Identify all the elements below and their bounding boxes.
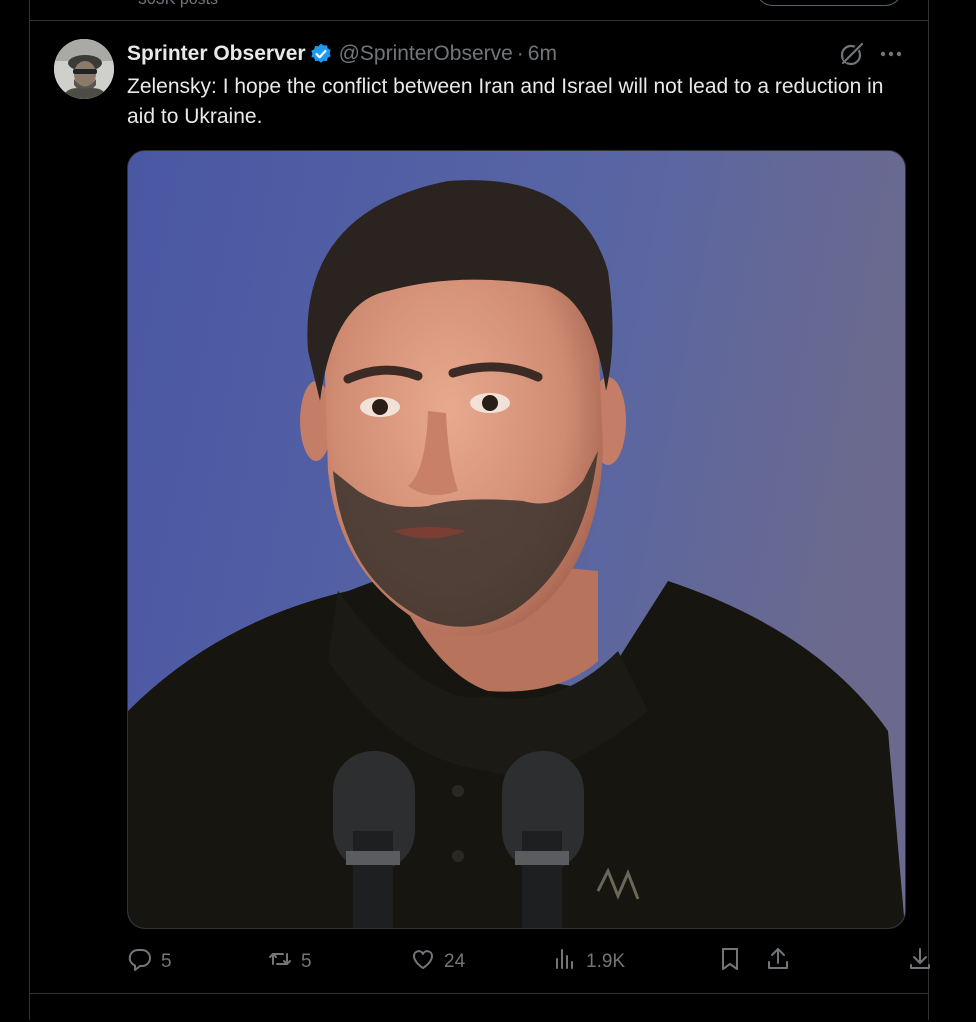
post-count: 303K posts bbox=[138, 0, 218, 9]
like-button[interactable]: 24 bbox=[410, 946, 465, 978]
repost-count: 5 bbox=[301, 951, 312, 972]
post-header: Sprinter Observer @SprinterObserve · 6m bbox=[127, 40, 557, 68]
share-button[interactable] bbox=[765, 946, 791, 978]
reply-icon bbox=[127, 946, 153, 978]
verified-badge-icon[interactable] bbox=[309, 42, 333, 66]
views-button[interactable]: 1.9K bbox=[552, 946, 625, 978]
avatar-image bbox=[54, 39, 114, 99]
heart-icon bbox=[410, 946, 436, 978]
next-post[interactable] bbox=[30, 994, 928, 1020]
display-name[interactable]: Sprinter Observer bbox=[127, 42, 306, 66]
download-icon bbox=[907, 946, 933, 978]
repost-button[interactable]: 5 bbox=[267, 946, 312, 978]
bookmark-button[interactable] bbox=[717, 946, 743, 978]
repost-icon bbox=[267, 946, 293, 978]
avatar[interactable] bbox=[54, 39, 114, 99]
next-post-preview bbox=[58, 1012, 218, 1022]
reply-count: 5 bbox=[161, 951, 172, 972]
more-icon[interactable] bbox=[876, 40, 906, 68]
follow-button[interactable] bbox=[755, 0, 903, 6]
post[interactable]: Sprinter Observer @SprinterObserve · 6m bbox=[30, 21, 930, 994]
portrait-photo bbox=[128, 151, 905, 928]
views-chart-icon bbox=[552, 946, 578, 978]
timestamp[interactable]: 6m bbox=[528, 42, 557, 66]
grok-icon[interactable] bbox=[838, 40, 866, 68]
post-text: Zelensky: I hope the conflict between Ir… bbox=[127, 75, 884, 128]
action-bar: 5 5 24 1.9K bbox=[127, 946, 930, 978]
download-button[interactable] bbox=[907, 946, 933, 978]
bookmark-icon bbox=[717, 946, 743, 978]
reply-button[interactable]: 5 bbox=[127, 946, 172, 978]
handle[interactable]: @SprinterObserve bbox=[339, 42, 513, 66]
share-icon bbox=[765, 946, 791, 978]
timeline: 303K posts Sprinter Observer bbox=[29, 0, 930, 1020]
view-count: 1.9K bbox=[586, 951, 626, 972]
like-count: 24 bbox=[444, 951, 466, 972]
previous-item: 303K posts bbox=[30, 0, 928, 21]
separator: · bbox=[516, 42, 524, 65]
post-image[interactable] bbox=[127, 150, 906, 929]
